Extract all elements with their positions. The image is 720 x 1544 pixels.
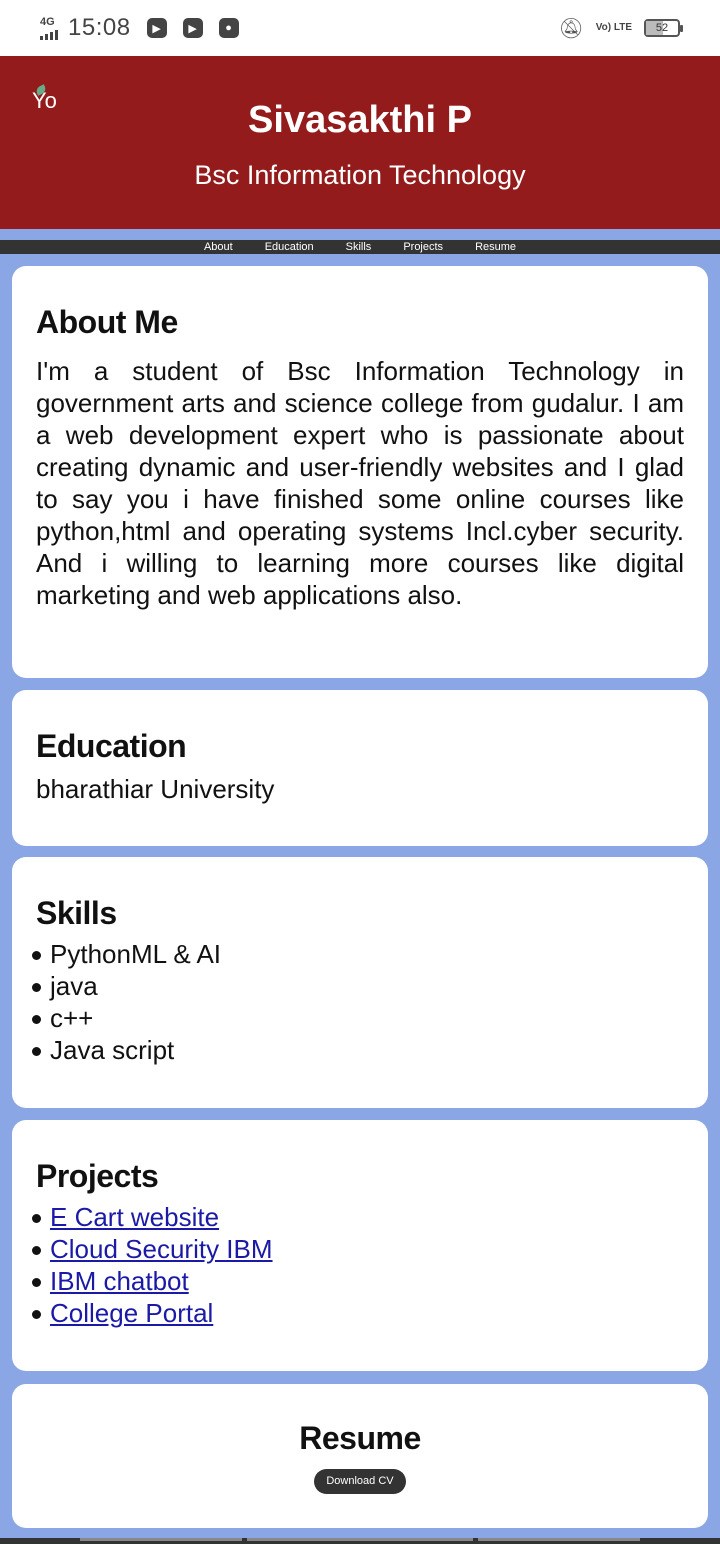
list-item: c++ — [32, 1002, 684, 1034]
education-text: bharathiar University — [36, 774, 275, 804]
resume-heading: Resume — [299, 1420, 421, 1456]
project-link[interactable]: Cloud Security IBM — [50, 1234, 273, 1264]
skills-list: PythonML & AI java c++ Java script — [32, 938, 684, 1066]
projects-heading: Projects — [36, 1158, 159, 1194]
education-section: Education bharathiar University — [12, 690, 708, 846]
list-item: PythonML & AI — [32, 938, 684, 970]
battery-level: 52 — [655, 22, 669, 34]
nav-link-skills[interactable]: Skills — [330, 240, 388, 254]
list-item: IBM chatbot — [32, 1265, 684, 1297]
nav-bar: About Education Skills Projects Resume — [0, 240, 720, 254]
nav-link-about[interactable]: About — [188, 240, 249, 254]
list-item: Cloud Security IBM — [32, 1233, 684, 1265]
project-link[interactable]: IBM chatbot — [50, 1266, 189, 1296]
list-item: Java script — [32, 1034, 684, 1066]
page-title: Sivasakthi P — [248, 99, 472, 141]
list-item: E Cart website — [32, 1201, 684, 1233]
battery-icon: 52 — [644, 19, 683, 37]
youtube-icon: ▶ — [146, 18, 167, 38]
status-bar: 4G 15:08 ▶ ▶ ● 🔕︎ Vo) LTE 52 — [0, 0, 720, 56]
nav-link-education[interactable]: Education — [249, 240, 330, 254]
list-item: java — [32, 970, 684, 1002]
footer-bar — [0, 1538, 720, 1544]
about-text: I'm a student of Bsc Information Technol… — [36, 356, 684, 610]
page-subtitle: Bsc Information Technology — [194, 160, 526, 190]
nav-link-projects[interactable]: Projects — [387, 240, 459, 254]
project-link[interactable]: E Cart website — [50, 1202, 219, 1232]
volte-icon: Vo) LTE — [595, 22, 632, 33]
about-heading: About Me — [36, 304, 178, 340]
notifications-off-icon: 🔕︎ — [558, 17, 584, 40]
microphone-icon: ● — [218, 18, 239, 38]
project-link[interactable]: College Portal — [50, 1298, 213, 1328]
nav-link-resume[interactable]: Resume — [459, 240, 532, 254]
about-section: About Me I'm a student of Bsc Informatio… — [12, 266, 708, 678]
resume-section: Resume Download CV — [12, 1384, 708, 1528]
network-type: 4G — [40, 15, 55, 28]
download-cv-button[interactable]: Download CV — [314, 1469, 406, 1494]
projects-section: Projects E Cart website Cloud Security I… — [12, 1120, 708, 1371]
list-item: College Portal — [32, 1297, 684, 1329]
play-store-icon: ▶ — [182, 18, 203, 38]
education-heading: Education — [36, 728, 187, 764]
projects-list: E Cart website Cloud Security IBM IBM ch… — [32, 1201, 684, 1329]
page-header: Yo Sivasakthi P Bsc Information Technolo… — [0, 56, 720, 229]
signal-icon: 4G — [40, 15, 58, 40]
skills-heading: Skills — [36, 895, 117, 931]
clock: 15:08 — [68, 14, 131, 41]
skills-section: Skills PythonML & AI java c++ Java scrip… — [12, 857, 708, 1108]
